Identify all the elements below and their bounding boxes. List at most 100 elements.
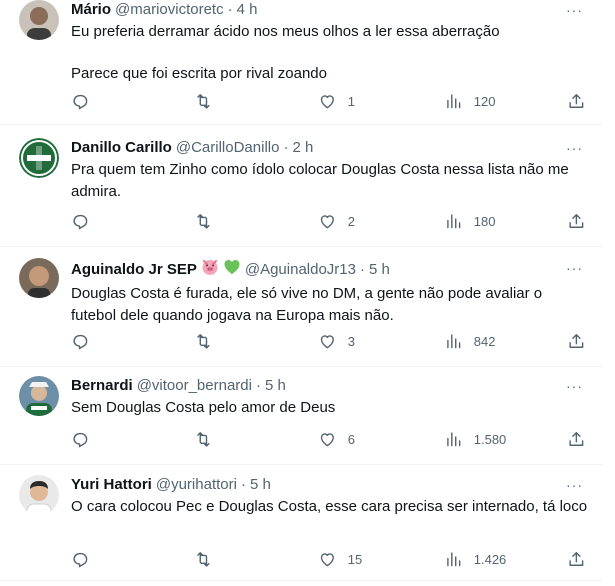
- pig-face-icon: [201, 258, 219, 282]
- view-count: 1.426: [473, 551, 507, 567]
- action-bar: 1 120: [71, 92, 586, 114]
- reply-icon: [73, 432, 88, 448]
- share-icon: [569, 94, 584, 108]
- more-options-icon[interactable]: ···: [566, 2, 583, 18]
- retweet-icon: [197, 552, 210, 567]
- share-button[interactable]: [567, 212, 586, 231]
- retweet-button[interactable]: [194, 212, 213, 231]
- like-button[interactable]: 3: [318, 332, 355, 351]
- user-handle[interactable]: @vitoor_bernardi: [137, 376, 252, 396]
- timestamp[interactable]: 2 h: [292, 138, 313, 158]
- user-handle[interactable]: @CarilloDanillo: [176, 138, 280, 158]
- views-button[interactable]: 1.426: [444, 550, 506, 569]
- retweet-button[interactable]: [194, 332, 213, 351]
- avatar[interactable]: [19, 138, 59, 178]
- retweet-icon: [197, 94, 210, 109]
- palmeiras-crest-icon: [19, 138, 59, 178]
- user-handle[interactable]: @AguinaldoJr13: [245, 260, 356, 280]
- separator: ·: [227, 1, 233, 18]
- like-button[interactable]: 15: [318, 550, 362, 569]
- heart-icon: [320, 215, 334, 229]
- views-icon: [447, 94, 461, 109]
- tweet-text-line: O cara colocou Pec e Douglas Costa, esse…: [71, 498, 588, 515]
- like-button[interactable]: 1: [318, 92, 355, 111]
- more-options-icon[interactable]: ···: [566, 260, 583, 276]
- action-bar: 2 180: [71, 212, 586, 234]
- avatar[interactable]: [19, 376, 59, 416]
- heart-icon: [320, 553, 334, 567]
- action-bar: 15 1.426: [71, 550, 586, 572]
- view-count: 1.580: [473, 431, 507, 447]
- retweet-button[interactable]: [194, 92, 213, 111]
- views-button[interactable]: 120: [444, 92, 495, 111]
- like-button[interactable]: 6: [318, 430, 355, 449]
- more-options-icon[interactable]: ···: [566, 140, 583, 156]
- share-icon: [569, 334, 584, 348]
- display-name[interactable]: Mário: [71, 0, 111, 20]
- like-count: 3: [347, 333, 355, 349]
- like-button[interactable]: 2: [318, 212, 355, 231]
- display-name[interactable]: Danillo Carillo: [71, 138, 172, 158]
- timestamp[interactable]: 5 h: [250, 475, 271, 495]
- views-button[interactable]: 842: [444, 332, 495, 351]
- reply-tweet[interactable]: Bernardi @vitoor_bernardi · 5 h Sem Doug…: [0, 366, 603, 465]
- retweet-icon: [197, 214, 210, 229]
- like-count: 15: [347, 551, 363, 567]
- avatar[interactable]: [19, 0, 59, 40]
- action-bar: 3 842: [71, 332, 586, 354]
- more-options-icon[interactable]: ···: [566, 378, 583, 394]
- heart-icon: [320, 433, 334, 447]
- reply-tweet[interactable]: Aguinaldo Jr SEP @AguinaldoJr13 · 5 h Do…: [0, 246, 603, 367]
- separator: ·: [240, 476, 246, 493]
- separator: ·: [360, 261, 365, 278]
- reply-tweet[interactable]: Danillo Carillo @CarilloDanillo · 2 h Pr…: [0, 124, 603, 247]
- replies-feed: Mário @mariovictoretc · 4 h Eu preferia …: [0, 0, 615, 586]
- reply-icon: [73, 214, 88, 230]
- view-count: 842: [473, 333, 496, 349]
- more-options-icon[interactable]: ···: [566, 477, 583, 493]
- avatar[interactable]: [19, 475, 59, 515]
- separator: ·: [283, 139, 289, 156]
- tweet-text: Pra quem tem Zinho como ídolo colocar Do…: [71, 159, 591, 203]
- user-handle[interactable]: @mariovictoretc: [115, 0, 224, 20]
- retweet-button[interactable]: [194, 430, 213, 449]
- share-button[interactable]: [567, 92, 586, 111]
- display-name[interactable]: Yuri Hattori: [71, 475, 152, 495]
- tweet-text-line: Eu preferia derramar ácido nos meus olho…: [71, 23, 500, 40]
- display-name[interactable]: Bernardi: [71, 376, 133, 396]
- views-icon: [447, 334, 461, 349]
- reply-icon: [73, 552, 88, 568]
- reply-tweet[interactable]: Yuri Hattori @yurihattori · 5 h O cara c…: [0, 464, 603, 580]
- heart-icon: [320, 335, 334, 349]
- retweet-button[interactable]: [194, 550, 213, 569]
- tweet-text-line: Sem Douglas Costa pelo amor de Deus: [71, 399, 336, 416]
- like-count: 2: [347, 213, 355, 229]
- heart-icon: [320, 95, 334, 109]
- display-name[interactable]: Aguinaldo Jr SEP: [71, 260, 197, 280]
- share-button[interactable]: [567, 430, 586, 449]
- reply-tweet[interactable]: Mário @mariovictoretc · 4 h Eu preferia …: [0, 0, 603, 125]
- views-button[interactable]: 1.580: [444, 430, 506, 449]
- timestamp[interactable]: 5 h: [369, 260, 390, 280]
- timestamp[interactable]: 4 h: [237, 0, 258, 20]
- share-button[interactable]: [567, 332, 586, 351]
- share-button[interactable]: [567, 550, 586, 569]
- avatar[interactable]: [19, 258, 59, 298]
- view-count: 120: [473, 93, 496, 109]
- views-icon: [447, 214, 461, 229]
- tweet-text: Douglas Costa é furada, ele só vive no D…: [71, 283, 591, 327]
- action-bar: 6 1.580: [71, 430, 586, 452]
- user-handle[interactable]: @yurihattori: [156, 475, 237, 495]
- reply-button[interactable]: [71, 550, 90, 569]
- reply-button[interactable]: [71, 332, 90, 351]
- views-icon: [447, 552, 461, 567]
- separator: ·: [255, 377, 261, 394]
- views-button[interactable]: 180: [444, 212, 495, 231]
- reply-icon: [73, 94, 88, 110]
- timestamp[interactable]: 5 h: [265, 376, 286, 396]
- reply-button[interactable]: [71, 430, 90, 449]
- like-count: 6: [347, 431, 355, 447]
- retweet-icon: [197, 334, 210, 349]
- reply-button[interactable]: [71, 212, 90, 231]
- reply-button[interactable]: [71, 92, 90, 111]
